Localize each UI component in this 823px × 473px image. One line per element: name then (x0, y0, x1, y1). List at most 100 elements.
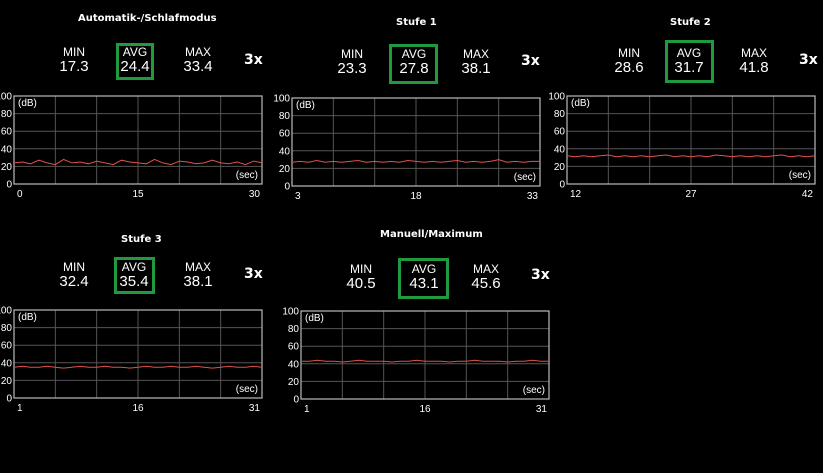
avg-value: 24.4 (120, 58, 150, 75)
x-tick-label: 18 (410, 191, 422, 202)
avg-value: 27.8 (399, 60, 429, 77)
max-stat: MAX 41.8 (724, 47, 784, 76)
y-tick-label: 40 (1, 144, 13, 155)
min-value: 23.3 (337, 60, 367, 77)
y-tick-label: 0 (293, 395, 299, 406)
min-stat: MIN 40.5 (331, 263, 391, 292)
y-tick-label: 20 (279, 164, 291, 175)
x-tick-label: 16 (132, 403, 144, 414)
y-tick-label: 80 (288, 324, 300, 335)
line-plot: 100 80 60 40 20 03 18 33 (dB) (sec) (273, 94, 541, 202)
y-axis-label: (dB) (296, 100, 315, 111)
x-tick-label: 0 (17, 189, 23, 200)
chart-panel-stufe-1: Stufe 1 MIN 23.3 AVG 27.8 MAX 38.1 3x 10… (273, 0, 548, 210)
min-stat: MIN 32.4 (44, 261, 104, 290)
min-stat: MIN 28.6 (599, 47, 659, 76)
avg-stat: AVG 43.1 (394, 263, 454, 292)
max-stat: MAX 33.4 (168, 46, 228, 75)
chart-panel-stufe-3: Stufe 3 MIN 32.4 AVG 35.4 MAX 38.1 3x 10… (0, 226, 270, 436)
min-value: 28.6 (614, 59, 644, 76)
x-axis-label: (sec) (236, 170, 258, 181)
min-value: 40.5 (346, 275, 376, 292)
y-tick-label: 100 (0, 306, 12, 317)
multiplier-label: 3x (244, 266, 263, 282)
x-axis-label: (sec) (789, 170, 811, 181)
y-tick-label: 20 (1, 162, 13, 173)
y-tick-label: 60 (554, 127, 566, 138)
line-plot: 100 80 60 40 20 01 16 31 (dB) (sec) (0, 306, 263, 414)
min-stat: MIN 17.3 (44, 46, 104, 75)
chart-panel-automatik: Automatik-/Schlafmodus MIN 17.3 AVG 24.4… (0, 0, 270, 210)
x-tick-label: 3 (295, 191, 301, 202)
max-value: 38.1 (461, 60, 491, 77)
chart-title: Stufe 3 (121, 234, 162, 245)
chart-title: Stufe 2 (670, 17, 711, 28)
y-tick-label: 60 (1, 127, 13, 138)
y-tick-label: 20 (1, 376, 13, 387)
min-value: 17.3 (59, 58, 89, 75)
x-tick-label: 31 (249, 403, 261, 414)
y-tick-label: 40 (554, 144, 566, 155)
chart-title: Manuell/Maximum (380, 229, 483, 240)
line-plot: 100 80 60 40 20 0 12 27 42 (dB) (sec) (548, 92, 816, 200)
x-tick-label: 27 (685, 189, 697, 200)
chart-title: Automatik-/Schlafmodus (78, 13, 217, 24)
avg-stat: AVG 35.4 (104, 261, 164, 290)
avg-stat: AVG 24.4 (105, 46, 165, 75)
y-tick-label: 40 (279, 146, 291, 157)
y-tick-label: 0 (559, 180, 565, 191)
chart-panel-stufe-2: Stufe 2 MIN 28.6 AVG 31.7 MAX 41.8 3x 10… (548, 0, 823, 210)
chart-panel-manuell-maximum: Manuell/Maximum MIN 40.5 AVG 43.1 MAX 45… (282, 226, 557, 436)
y-tick-label: 40 (288, 359, 300, 370)
max-stat: MAX 45.6 (456, 263, 516, 292)
line-plot: 100 80 60 40 20 01 16 31 (dB) (sec) (282, 307, 550, 415)
y-tick-label: 100 (282, 307, 299, 318)
max-stat: MAX 38.1 (446, 48, 506, 77)
y-tick-label: 100 (273, 94, 290, 105)
y-tick-label: 100 (0, 92, 12, 103)
x-axis-label: (sec) (523, 385, 545, 396)
x-axis-label: (sec) (514, 172, 536, 183)
x-tick-label: 12 (570, 189, 582, 200)
y-axis-label: (dB) (18, 98, 37, 109)
y-tick-label: 0 (6, 394, 12, 405)
y-tick-label: 80 (279, 111, 291, 122)
x-tick-label: 42 (802, 189, 814, 200)
y-tick-label: 80 (1, 109, 13, 120)
line-plot: 100 80 60 40 20 00 15 30 (dB) (sec) (0, 92, 263, 200)
avg-value: 31.7 (674, 59, 704, 76)
y-axis-label: (dB) (571, 98, 590, 109)
x-tick-label: 33 (527, 191, 539, 202)
y-tick-label: 0 (6, 180, 12, 191)
y-tick-label: 40 (1, 358, 13, 369)
y-tick-label: 60 (288, 342, 300, 353)
y-tick-label: 20 (288, 377, 300, 388)
y-tick-label: 80 (554, 109, 566, 120)
max-value: 38.1 (183, 273, 213, 290)
y-tick-label: 60 (279, 129, 291, 140)
max-value: 41.8 (739, 59, 769, 76)
multiplier-label: 3x (799, 52, 818, 68)
y-tick-label: 20 (554, 162, 566, 173)
y-tick-label: 100 (548, 92, 565, 103)
x-tick-label: 1 (304, 404, 310, 415)
avg-value: 43.1 (409, 275, 439, 292)
avg-stat: AVG 27.8 (384, 48, 444, 77)
y-tick-label: 80 (1, 323, 13, 334)
min-value: 32.4 (59, 273, 89, 290)
max-value: 45.6 (471, 275, 501, 292)
multiplier-label: 3x (531, 267, 550, 283)
max-stat: MAX 38.1 (168, 261, 228, 290)
x-tick-label: 1 (17, 403, 23, 414)
avg-stat: AVG 31.7 (659, 47, 719, 76)
max-value: 33.4 (183, 58, 213, 75)
x-tick-label: 30 (249, 189, 261, 200)
min-stat: MIN 23.3 (322, 48, 382, 77)
y-tick-label: 60 (1, 341, 13, 352)
avg-value: 35.4 (119, 273, 149, 290)
chart-title: Stufe 1 (396, 17, 437, 28)
x-tick-label: 15 (132, 189, 144, 200)
y-tick-label: 0 (284, 182, 290, 193)
x-tick-label: 16 (419, 404, 431, 415)
multiplier-label: 3x (244, 52, 263, 68)
